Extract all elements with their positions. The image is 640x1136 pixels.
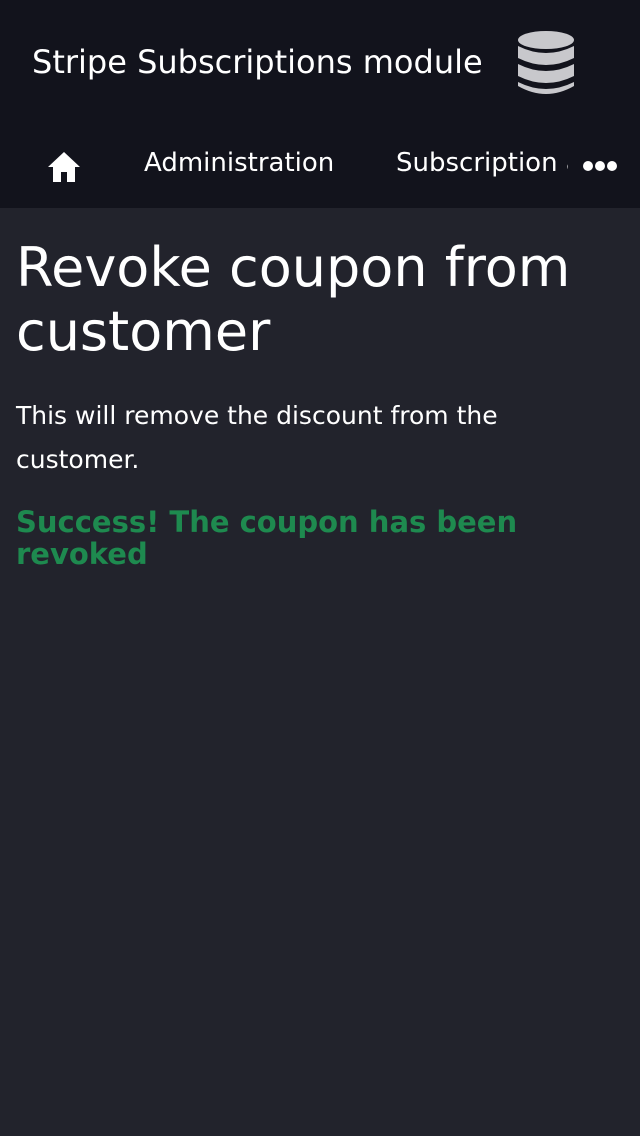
main-content: Revoke coupon from customer This will re… xyxy=(16,236,616,570)
more-horizontal-icon[interactable] xyxy=(578,154,622,178)
app-title: Stripe Subscriptions module xyxy=(32,43,483,81)
success-message: Success! The coupon has been revoked xyxy=(16,505,518,571)
page-title: Revoke coupon from customer xyxy=(16,236,571,363)
nav-item-administration[interactable]: Administration xyxy=(144,146,334,180)
home-icon[interactable] xyxy=(46,150,82,184)
nav-item-subscription-and-billing[interactable]: Subscription and billing xyxy=(396,146,568,180)
database-icon xyxy=(518,31,574,94)
page-description: This will remove the discount from the c… xyxy=(16,401,498,474)
app-header: Stripe Subscriptions module Administrati… xyxy=(0,0,640,208)
main-nav: Administration Subscription and billing xyxy=(0,124,640,208)
